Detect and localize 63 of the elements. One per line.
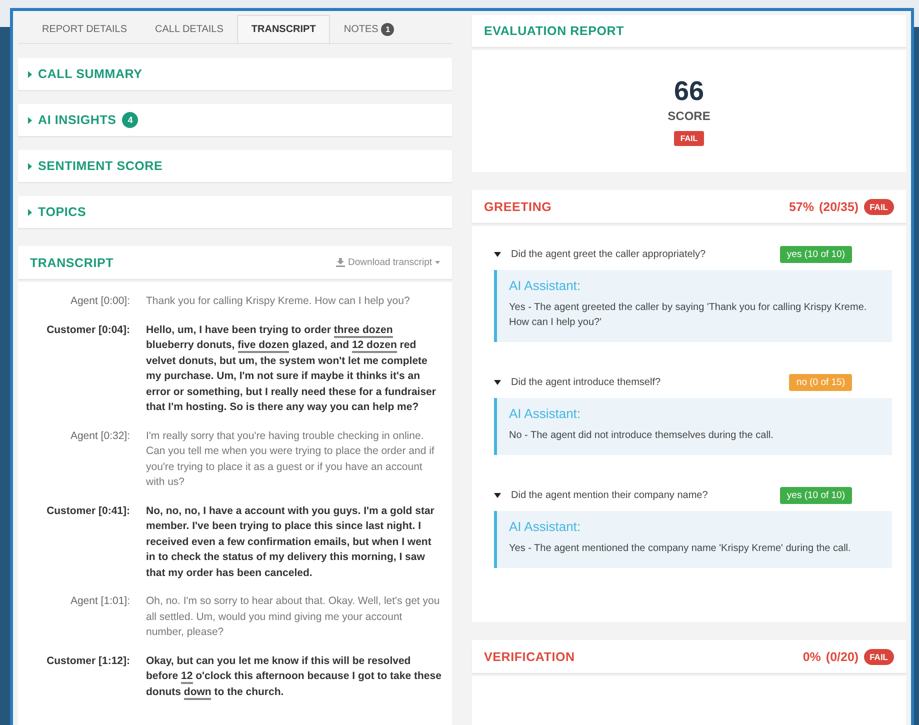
- category-percent: 57%: [788, 200, 814, 214]
- category-header[interactable]: VERIFICATION 0% (0/20) FAIL: [472, 640, 906, 673]
- score-label: SCORE: [668, 109, 710, 123]
- caret-icon: [28, 116, 32, 124]
- tab[interactable]: CALL DETAILS: [141, 15, 238, 43]
- speaker-label: Customer [0:41]:: [46, 504, 130, 518]
- message-text: Okay, but can you let me know if this will be resolved before 12 o'clock this afternoon because I got to take these donuts down to the church.: [146, 654, 442, 700]
- category-percent: 0%: [802, 650, 821, 664]
- result-tag: FAIL: [864, 648, 894, 664]
- question-text: Did the agent greet the caller appropriately?: [511, 248, 707, 260]
- message-text: Thank you for calling Krispy Kreme. How can I help you?: [146, 294, 411, 309]
- speaker-label: Customer [1:12]:: [46, 654, 130, 668]
- section-title: CALL SUMMARY: [38, 67, 142, 81]
- caret-icon: [494, 492, 501, 498]
- category-points: (0/20): [826, 650, 859, 664]
- assistant-label: AI Assistant:: [509, 278, 582, 293]
- result-tag: FAIL: [864, 198, 894, 214]
- tab[interactable]: NOTES 1: [330, 15, 408, 43]
- section-title: TOPICS: [38, 205, 86, 219]
- assistant-text: Yes - The agent mentioned the company name 'Krispy Kreme' during the call.: [509, 542, 852, 556]
- accordion-header[interactable]: AI INSIGHTS 4: [18, 104, 452, 136]
- tab[interactable]: REPORT DETAILS: [28, 15, 142, 43]
- assistant-label: AI Assistant:: [509, 406, 582, 421]
- download-link[interactable]: Download transcript: [336, 257, 440, 268]
- caret-icon: [494, 252, 501, 256]
- score-value: 66: [674, 76, 704, 107]
- count-badge: 1: [381, 23, 394, 36]
- caret-icon: [28, 162, 32, 170]
- tab[interactable]: TRANSCRIPT: [237, 15, 330, 43]
- message-text: Oh, no. I'm so sorry to hear about that. Okay. Well, let's get you all settled. Um, would you mind giving me your account number, please?: [146, 594, 441, 640]
- category-header[interactable]: GREETING 57% (20/35) FAIL: [472, 190, 906, 223]
- answer-tag: yes (10 of 10): [780, 246, 852, 262]
- category-points: (20/35): [818, 200, 859, 214]
- message-text: Hello, um, I have been trying to order three dozen blueberry donuts, five dozen glazed, and 12 dozen red velvet donuts, but um, the system won't let me complete my purchase. Um, I'm not sure if maybe it thinks it's an error or something, but I really need these for a fundraiser that I'm hosting. So is there any way you can help me?: [146, 322, 437, 415]
- answer-tag: yes (10 of 10): [780, 486, 852, 504]
- download-icon: [336, 258, 346, 267]
- speaker-label: Customer [0:04]:: [46, 322, 130, 338]
- speaker-label: Agent [0:32]:: [69, 428, 130, 444]
- accordion-header[interactable]: SENTIMENT SCORE: [18, 150, 452, 182]
- count-badge: 4: [122, 112, 138, 128]
- section-title: SENTIMENT SCORE: [38, 159, 163, 173]
- answer-tag: no (0 of 15): [789, 374, 852, 390]
- message-text: I'm really sorry that you're having trouble checking in online. Can you tell me when you were trying to place the order and if you're trying to place it as a guest or if you have an account with us?: [146, 428, 436, 490]
- assistant-text: Yes - The agent greeted the caller by saying 'Thank you for calling Krispy Kreme. How can I help you?': [509, 301, 868, 330]
- panel-title: TRANSCRIPT: [30, 256, 114, 270]
- message-text: No, no, no, I have a account with you guys. I'm a gold star member. I've been trying to place this since last night. I received even a few confirmation emails, but when I went in to check the status of my delivery this morning, I saw that my order has been canceled.: [146, 504, 436, 580]
- speaker-label: Agent [0:00]:: [69, 294, 130, 309]
- result-tag: FAIL: [674, 131, 704, 146]
- question-text: Did the agent mention their company name?: [511, 490, 709, 500]
- caret-icon: [28, 208, 32, 216]
- caret-icon: [435, 261, 440, 264]
- assistant-text: No - The agent did not introduce themselves during the call.: [509, 429, 774, 443]
- question-text: Did the agent introduce themself?: [511, 376, 662, 388]
- accordion-header[interactable]: TOPICS: [18, 196, 452, 228]
- panel-title: EVALUATION REPORT: [484, 24, 624, 38]
- assistant-label: AI Assistant:: [509, 519, 582, 534]
- caret-icon: [494, 380, 501, 384]
- caret-icon: [28, 70, 32, 78]
- category-title: GREETING: [484, 200, 552, 214]
- speaker-label: Agent [1:01]:: [69, 594, 130, 609]
- section-title: AI INSIGHTS: [38, 113, 116, 127]
- accordion-header[interactable]: CALL SUMMARY: [18, 58, 452, 90]
- category-title: VERIFICATION: [484, 650, 575, 664]
